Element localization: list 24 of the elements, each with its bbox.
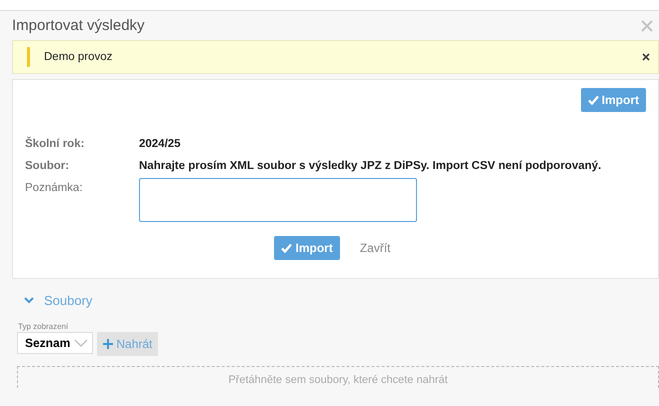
field-label: Školní rok: (25, 138, 86, 150)
drop-zone[interactable]: Přetáhněte sem soubory, které chcete nahrát (17, 366, 659, 388)
alert-text: Demo provoz (44, 51, 114, 63)
field-label: Poznámka: (25, 182, 84, 194)
section-header[interactable]: Soubory (24, 293, 92, 308)
note-field[interactable] (139, 178, 417, 222)
import-button[interactable]: Import (274, 236, 340, 260)
field-value: Nahrajte prosím XML soubor s výsledky JPZ z DiPSy. Import CSV není podporovaný. (139, 160, 602, 172)
field-value: 2024/25 (139, 138, 182, 150)
caret-icon (74, 339, 88, 347)
field-label: Soubor: (25, 160, 70, 172)
close-link[interactable]: Zavřít (354, 240, 396, 256)
check-icon (588, 95, 599, 105)
check-icon (281, 243, 292, 253)
chevron-icon (24, 297, 34, 304)
view-select[interactable]: Seznam (17, 332, 94, 354)
warning-icon (27, 47, 30, 67)
upload-button[interactable]: Nahrát (97, 332, 158, 356)
close-button[interactable] (642, 53, 650, 61)
plus-icon (103, 339, 114, 349)
import-button[interactable]: Import (580, 88, 646, 112)
window-title: Importovat výsledky (12, 17, 145, 34)
view-label: Typ zobrazení (18, 322, 70, 331)
drop-text: Přetáhněte sem soubory, které chcete nahrát (228, 374, 448, 386)
